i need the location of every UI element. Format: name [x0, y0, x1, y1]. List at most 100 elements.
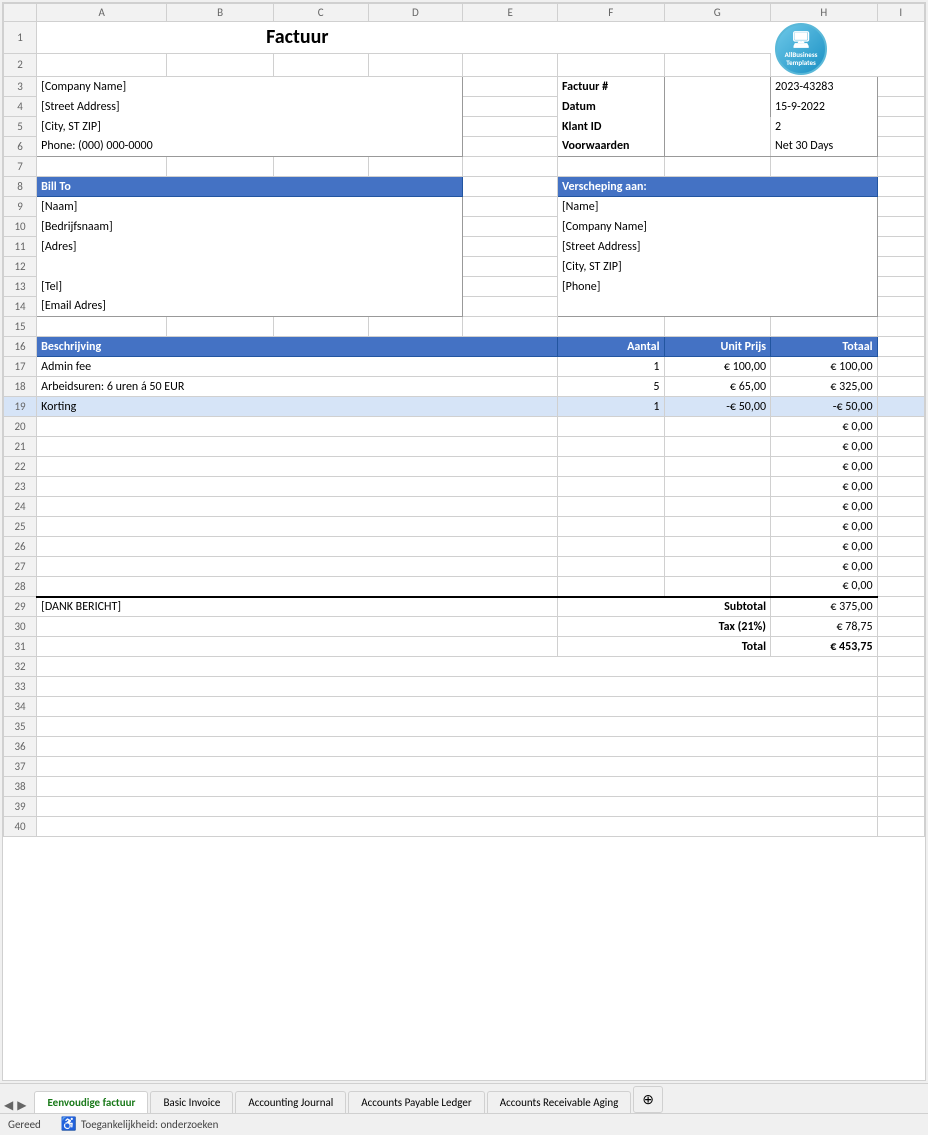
row27-total[interactable]: € 0,00: [771, 557, 878, 577]
r14e[interactable]: [463, 297, 558, 317]
r34i[interactable]: [877, 697, 924, 717]
row21-desc[interactable]: [37, 437, 558, 457]
row22-desc[interactable]: [37, 457, 558, 477]
r33[interactable]: [37, 677, 877, 697]
ship-empty[interactable]: [557, 297, 877, 317]
r31-desc[interactable]: [37, 637, 558, 657]
r6e[interactable]: [463, 137, 558, 157]
row24-desc[interactable]: [37, 497, 558, 517]
row27-qty[interactable]: [557, 557, 664, 577]
r13e[interactable]: [463, 277, 558, 297]
r35[interactable]: [37, 717, 877, 737]
row19-desc[interactable]: Korting: [37, 397, 558, 417]
r39i[interactable]: [877, 797, 924, 817]
row17-unit[interactable]: € 100,00: [664, 357, 771, 377]
r36[interactable]: [37, 737, 877, 757]
r15g[interactable]: [664, 317, 771, 337]
r8i[interactable]: [877, 177, 924, 197]
r16i[interactable]: [877, 337, 924, 357]
r15a[interactable]: [37, 317, 167, 337]
r23i[interactable]: [877, 477, 924, 497]
row27-unit[interactable]: [664, 557, 771, 577]
tab-nav-left[interactable]: ◀: [4, 1098, 13, 1113]
col-header-d[interactable]: D: [368, 4, 463, 22]
datum-value[interactable]: 15-9-2022: [771, 97, 878, 117]
r17i[interactable]: [877, 357, 924, 377]
r5e[interactable]: [463, 117, 558, 137]
r26i[interactable]: [877, 537, 924, 557]
r15b[interactable]: [167, 317, 274, 337]
r28i[interactable]: [877, 577, 924, 597]
r2d[interactable]: [368, 53, 463, 76]
tab-accounts-receivable[interactable]: Accounts Receivable Aging: [487, 1091, 632, 1113]
r38[interactable]: [37, 777, 877, 797]
col-header-i[interactable]: I: [877, 4, 924, 22]
row19-qty[interactable]: 1: [557, 397, 664, 417]
r35i[interactable]: [877, 717, 924, 737]
row28-unit[interactable]: [664, 577, 771, 597]
r24i[interactable]: [877, 497, 924, 517]
r9e[interactable]: [463, 197, 558, 217]
row20-total[interactable]: € 0,00: [771, 417, 878, 437]
row26-qty[interactable]: [557, 537, 664, 557]
row26-unit[interactable]: [664, 537, 771, 557]
r30-desc[interactable]: [37, 617, 558, 637]
row22-unit[interactable]: [664, 457, 771, 477]
row18-desc[interactable]: Arbeidsuren: 6 uren á 50 EUR: [37, 377, 558, 397]
r7g[interactable]: [664, 157, 771, 177]
row22-total[interactable]: € 0,00: [771, 457, 878, 477]
tab-accounts-payable[interactable]: Accounts Payable Ledger: [348, 1091, 484, 1113]
klantid-value[interactable]: 2: [771, 117, 878, 137]
factuur-value[interactable]: 2023-43283: [771, 77, 878, 97]
company-name[interactable]: [Company Name]: [37, 77, 463, 97]
r14i[interactable]: [877, 297, 924, 317]
row25-total[interactable]: € 0,00: [771, 517, 878, 537]
row26-desc[interactable]: [37, 537, 558, 557]
r40i[interactable]: [877, 817, 924, 837]
row20-unit[interactable]: [664, 417, 771, 437]
r30i[interactable]: [877, 617, 924, 637]
r36i[interactable]: [877, 737, 924, 757]
tab-add-button[interactable]: ⊕: [633, 1086, 663, 1113]
r2g[interactable]: [664, 53, 771, 76]
ship-phone[interactable]: [Phone]: [557, 277, 877, 297]
bill-naam[interactable]: [Naam]: [37, 197, 463, 217]
company-street[interactable]: [Street Address]: [37, 97, 463, 117]
r22i[interactable]: [877, 457, 924, 477]
row18-unit[interactable]: € 65,00: [664, 377, 771, 397]
status-accessibility[interactable]: ♿ Toegankelijkheid: onderzoeken: [61, 1117, 219, 1132]
r34[interactable]: [37, 697, 877, 717]
r37i[interactable]: [877, 757, 924, 777]
r21i[interactable]: [877, 437, 924, 457]
r29i[interactable]: [877, 597, 924, 617]
r15d[interactable]: [368, 317, 463, 337]
r25i[interactable]: [877, 517, 924, 537]
r32i[interactable]: [877, 657, 924, 677]
col-header-e[interactable]: E: [463, 4, 558, 22]
row19-unit[interactable]: -€ 50,00: [664, 397, 771, 417]
r15h[interactable]: [771, 317, 878, 337]
r10i[interactable]: [877, 217, 924, 237]
row24-unit[interactable]: [664, 497, 771, 517]
r7f[interactable]: [557, 157, 664, 177]
r15i[interactable]: [877, 317, 924, 337]
row20-desc[interactable]: [37, 417, 558, 437]
row25-unit[interactable]: [664, 517, 771, 537]
r37[interactable]: [37, 757, 877, 777]
row22-qty[interactable]: [557, 457, 664, 477]
col-header-a[interactable]: A: [37, 4, 167, 22]
row26-total[interactable]: € 0,00: [771, 537, 878, 557]
col-header-b[interactable]: B: [167, 4, 274, 22]
company-city[interactable]: [City, ST ZIP]: [37, 117, 463, 137]
row23-total[interactable]: € 0,00: [771, 477, 878, 497]
r7b[interactable]: [167, 157, 274, 177]
r19i[interactable]: [877, 397, 924, 417]
r7e[interactable]: [463, 157, 558, 177]
company-phone[interactable]: Phone: (000) 000-0000: [37, 137, 463, 157]
r3i[interactable]: [877, 77, 924, 97]
bill-empty[interactable]: [37, 257, 463, 277]
r32[interactable]: [37, 657, 877, 677]
bill-tel[interactable]: [Tel]: [37, 277, 463, 297]
col-header-c[interactable]: C: [273, 4, 368, 22]
tab-accounting-journal[interactable]: Accounting Journal: [235, 1091, 346, 1113]
